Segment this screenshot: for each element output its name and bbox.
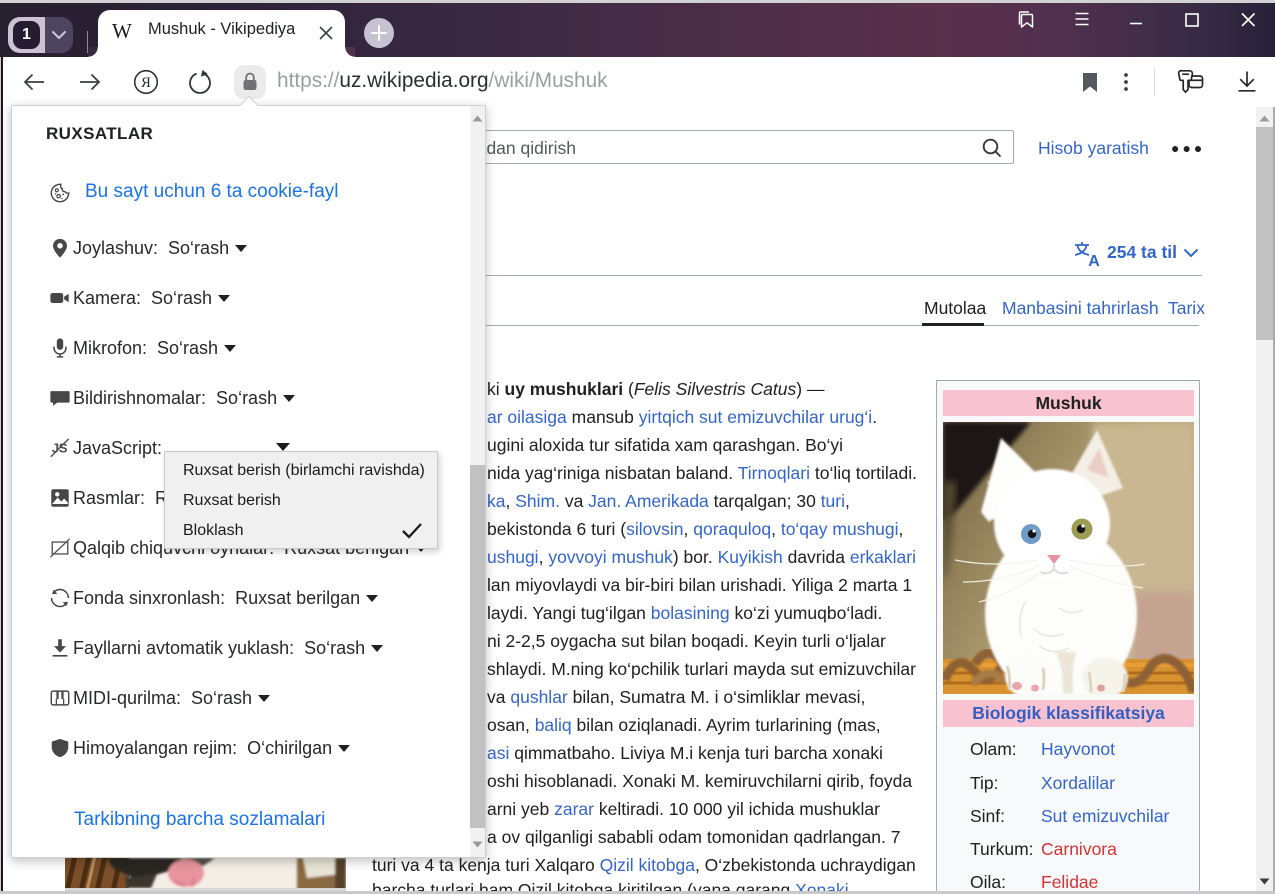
svg-text:A: A	[1088, 253, 1100, 268]
svg-text:Я: Я	[141, 75, 151, 91]
